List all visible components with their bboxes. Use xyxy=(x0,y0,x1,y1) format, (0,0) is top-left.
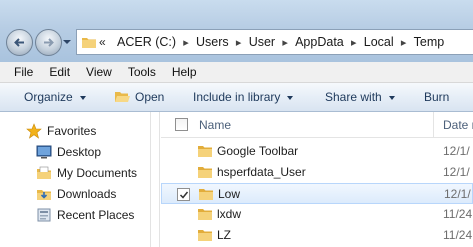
file-date: 12/1/ xyxy=(443,165,470,179)
recent-places-icon xyxy=(37,208,51,222)
nav-item-downloads[interactable]: Downloads xyxy=(36,186,116,202)
file-list: Name Date m Google Toolbar 12/1/ hsperfd… xyxy=(161,112,473,247)
organize-label: Organize xyxy=(24,90,73,104)
desktop-icon xyxy=(36,145,52,159)
list-item[interactable]: LZ 11/24 xyxy=(161,225,473,246)
list-item[interactable]: Google Toolbar 12/1/ xyxy=(161,141,473,162)
column-date-modified[interactable]: Date m xyxy=(443,118,473,132)
row-checkbox[interactable] xyxy=(177,188,190,201)
column-header: Name Date m xyxy=(161,112,473,138)
folder-icon xyxy=(198,230,212,241)
back-arrow-icon xyxy=(14,38,24,47)
nav-favorites-label: Favorites xyxy=(47,124,97,138)
file-date: 11/24 xyxy=(443,228,473,242)
forward-button[interactable] xyxy=(35,29,62,56)
nav-item-label: Recent Places xyxy=(57,208,135,222)
open-label: Open xyxy=(135,90,165,104)
folder-icon xyxy=(198,209,212,220)
menu-file[interactable]: File xyxy=(0,65,41,79)
breadcrumb-separator-icon[interactable]: ▸ xyxy=(176,36,196,49)
file-name: Google Toolbar xyxy=(217,144,299,158)
folder-icon xyxy=(198,167,212,178)
navigation-pane: Favorites Desktop My Documents Downloads xyxy=(0,112,148,247)
burn-button[interactable]: Burn xyxy=(424,83,449,111)
list-item-selected[interactable]: Low 12/1/ xyxy=(161,183,473,204)
divider xyxy=(150,112,151,247)
nav-item-label: Desktop xyxy=(57,145,102,159)
breadcrumb-temp[interactable]: Temp xyxy=(414,35,445,49)
file-date: 12/1/ xyxy=(443,144,470,158)
burn-label: Burn xyxy=(424,90,450,104)
divider xyxy=(159,112,160,247)
menu-help[interactable]: Help xyxy=(164,65,205,79)
select-all-checkbox[interactable] xyxy=(175,118,188,131)
address-bar[interactable]: « ACER (C:) ▸ Users ▸ User ▸ AppData ▸ L… xyxy=(76,29,473,55)
breadcrumb-separator-icon[interactable]: ▸ xyxy=(394,36,414,49)
breadcrumb: ACER (C:) ▸ Users ▸ User ▸ AppData ▸ Loc… xyxy=(117,30,444,54)
column-name[interactable]: Name xyxy=(199,118,231,132)
nav-favorites[interactable]: Favorites xyxy=(26,123,96,139)
documents-folder-icon xyxy=(37,166,51,179)
file-name: Low xyxy=(218,187,241,201)
organize-button[interactable]: Organize xyxy=(24,83,86,111)
nav-item-label: My Documents xyxy=(57,166,138,180)
recent-pages-dropdown-icon[interactable] xyxy=(63,38,71,46)
star-icon xyxy=(26,123,42,139)
share-with-label: Share with xyxy=(325,90,382,104)
list-item[interactable]: hsperfdata_User 12/1/ xyxy=(161,162,473,183)
chevron-down-icon xyxy=(79,96,86,100)
back-button[interactable] xyxy=(6,29,33,56)
file-name: lxdw xyxy=(217,207,242,221)
breadcrumb-separator-icon[interactable]: ▸ xyxy=(275,36,295,49)
list-item[interactable]: lxdw 11/24 xyxy=(161,204,473,225)
folder-icon xyxy=(198,146,212,157)
folder-icon xyxy=(199,189,213,200)
nav-item-label: Downloads xyxy=(57,187,117,201)
file-date: 11/24 xyxy=(443,207,473,221)
window-title-bar: « ACER (C:) ▸ Users ▸ User ▸ AppData ▸ L… xyxy=(0,0,473,62)
menu-edit[interactable]: Edit xyxy=(41,65,78,79)
command-bar: Organize Open Include in library Share w… xyxy=(0,83,473,112)
breadcrumb-separator-icon[interactable]: ▸ xyxy=(344,36,364,49)
breadcrumb-local[interactable]: Local xyxy=(364,35,394,49)
menu-bar: File Edit View Tools Help xyxy=(0,62,473,83)
checkmark-icon xyxy=(179,191,189,199)
nav-item-recent-places[interactable]: Recent Places xyxy=(36,207,134,223)
share-with-button[interactable]: Share with xyxy=(325,83,395,111)
open-button[interactable]: Open xyxy=(114,83,164,111)
menu-tools[interactable]: Tools xyxy=(120,65,164,79)
chevron-down-icon xyxy=(388,96,395,100)
forward-arrow-icon xyxy=(44,38,54,47)
address-overflow-chevron[interactable]: « xyxy=(99,35,106,49)
file-name: hsperfdata_User xyxy=(217,165,306,179)
file-name: LZ xyxy=(217,228,232,242)
chevron-down-icon xyxy=(287,96,294,100)
folder-icon xyxy=(82,38,96,48)
nav-item-desktop[interactable]: Desktop xyxy=(36,144,101,160)
breadcrumb-separator-icon[interactable]: ▸ xyxy=(229,36,249,49)
open-folder-icon xyxy=(115,92,130,102)
include-in-library-button[interactable]: Include in library xyxy=(193,83,294,111)
downloads-folder-icon xyxy=(37,190,51,200)
breadcrumb-users[interactable]: Users xyxy=(196,35,229,49)
nav-item-my-documents[interactable]: My Documents xyxy=(36,165,137,181)
breadcrumb-user[interactable]: User xyxy=(249,35,275,49)
file-date: 12/1/ xyxy=(444,187,471,201)
breadcrumb-appdata[interactable]: AppData xyxy=(295,35,344,49)
include-in-library-label: Include in library xyxy=(193,90,281,104)
column-divider[interactable] xyxy=(433,112,434,137)
breadcrumb-acer-c[interactable]: ACER (C:) xyxy=(117,35,176,49)
menu-view[interactable]: View xyxy=(78,65,120,79)
